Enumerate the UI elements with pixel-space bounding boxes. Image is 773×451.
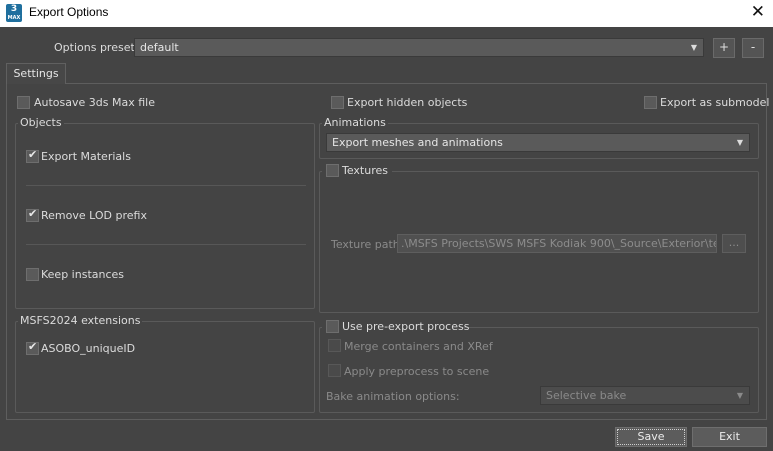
merge-containers-label: Merge containers and XRef	[344, 340, 493, 353]
animations-group-title: Animations	[322, 116, 388, 129]
app-logo-icon: 3 MAX	[6, 4, 22, 22]
texture-path-label: Texture path	[331, 238, 400, 251]
autosave-checkbox[interactable]	[17, 96, 30, 109]
chevron-down-icon: ▼	[736, 138, 743, 147]
textures-label: Textures	[342, 164, 388, 177]
tab-settings[interactable]: Settings	[6, 63, 66, 84]
bake-animation-label: Bake animation options:	[326, 390, 460, 403]
title-bar: 3 MAX Export Options ✕	[0, 0, 773, 27]
remove-preset-button[interactable]: -	[742, 38, 764, 58]
divider	[26, 185, 306, 186]
animations-dropdown[interactable]: Export meshes and animations ▼	[326, 133, 750, 152]
close-icon[interactable]: ✕	[751, 2, 765, 22]
remove-lod-checkbox[interactable]	[26, 207, 39, 222]
remove-lod-label: Remove LOD prefix	[41, 209, 147, 222]
export-submodel-label: Export as submodel	[660, 96, 770, 109]
chevron-down-icon: ▼	[690, 43, 697, 52]
options-preset-dropdown[interactable]: default ▼	[134, 38, 704, 57]
animations-value: Export meshes and animations	[332, 136, 503, 149]
options-preset-value: default	[140, 41, 179, 54]
export-submodel-checkbox[interactable]	[644, 96, 657, 109]
add-preset-button[interactable]: +	[713, 38, 735, 58]
texture-path-field[interactable]: .\MSFS Projects\SWS MSFS Kodiak 900\_Sou…	[397, 234, 717, 253]
keep-instances-checkbox[interactable]	[26, 268, 39, 281]
exit-button[interactable]: Exit	[692, 427, 767, 447]
autosave-label: Autosave 3ds Max file	[34, 96, 155, 109]
merge-containers-checkbox[interactable]	[328, 339, 341, 352]
keep-instances-label: Keep instances	[41, 268, 125, 281]
browse-button[interactable]: ...	[722, 234, 746, 253]
preexport-label: Use pre-export process	[342, 320, 470, 333]
asobo-uniqueid-checkbox[interactable]	[26, 340, 39, 355]
export-materials-checkbox[interactable]	[26, 148, 39, 163]
options-preset-label: Options preset:	[54, 41, 139, 54]
objects-group-title: Objects	[18, 116, 64, 129]
bake-animation-value: Selective bake	[546, 389, 627, 402]
extensions-group	[15, 321, 315, 413]
save-button[interactable]: Save	[615, 427, 687, 447]
apply-preprocess-label: Apply preprocess to scene	[344, 365, 490, 378]
preexport-checkbox[interactable]	[326, 320, 339, 333]
divider	[26, 244, 306, 245]
textures-checkbox[interactable]	[326, 164, 339, 177]
apply-preprocess-checkbox[interactable]	[328, 364, 341, 377]
export-hidden-label: Export hidden objects	[347, 96, 468, 109]
asobo-uniqueid-label: ASOBO_uniqueID	[41, 342, 136, 355]
extensions-group-title: MSFS2024 extensions	[18, 314, 143, 327]
bake-animation-dropdown[interactable]: Selective bake ▼	[540, 386, 750, 405]
export-materials-label: Export Materials	[41, 150, 131, 163]
chevron-down-icon: ▼	[736, 391, 743, 400]
export-hidden-checkbox[interactable]	[331, 96, 344, 109]
window-title: Export Options	[29, 5, 109, 19]
